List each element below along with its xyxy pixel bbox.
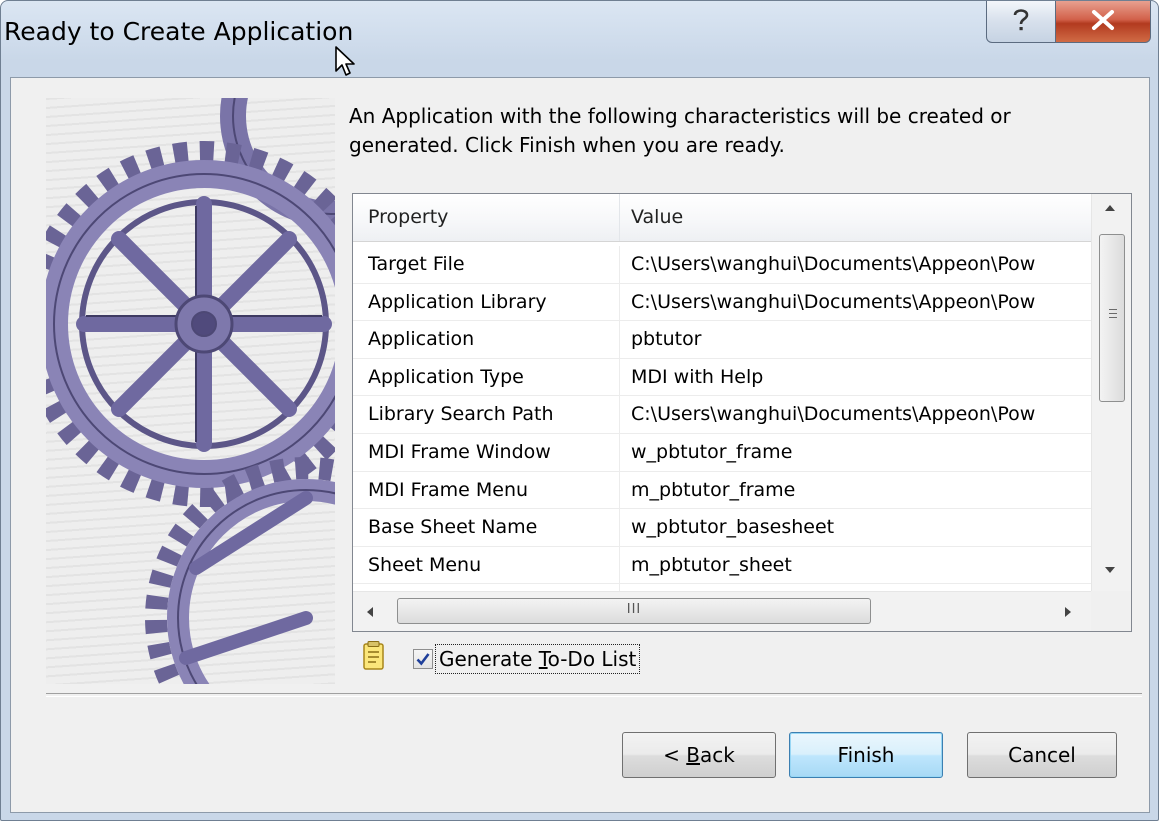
value-cell: MDI with Help [631,365,764,388]
scrollbar-corner [1091,591,1131,631]
value-cell: m_pbtutor_frame [631,478,796,501]
listview-rows: Target File C:\Users\wanghui\Documents\A… [353,246,1091,627]
back-button-prefix: < [663,743,687,767]
description-line-2: generated. Click Finish when you are rea… [349,133,785,157]
horizontal-scroll-thumb[interactable]: III [397,598,871,624]
property-cell: Sheet Menu [368,553,482,576]
back-button-accesskey: B [686,743,700,767]
scroll-up-arrow-icon[interactable] [1105,205,1115,211]
grip-icon: III [626,602,642,617]
value-cell: w_pbtutor_frame [631,440,793,463]
cancel-button[interactable]: Cancel [967,732,1117,778]
table-row[interactable]: Application Type MDI with Help [353,359,1091,397]
property-cell: Base Sheet Name [368,516,538,539]
dialog-window: Ready to Create Application An Applicati… [0,0,1159,821]
table-row[interactable]: Base Sheet Name w_pbtutor_basesheet [353,509,1091,547]
value-cell: m_pbtutor_sheet [631,553,792,576]
title-bar[interactable]: Ready to Create Application [1,1,1159,77]
grip-icon [1109,309,1117,321]
scroll-right-arrow-icon[interactable] [1065,607,1071,617]
table-row[interactable]: Library Search Path C:\Users\wanghui\Doc… [353,396,1091,434]
close-button[interactable] [1055,1,1151,43]
table-row[interactable]: MDI Frame Window w_pbtutor_frame [353,434,1091,472]
value-cell: C:\Users\wanghui\Documents\Appeon\Pow [631,403,1036,426]
help-icon [1010,7,1032,37]
separator-line [46,693,1142,697]
properties-listview[interactable]: Property Value Target File C:\Users\wang… [352,193,1132,632]
table-row[interactable]: Target File C:\Users\wanghui\Documents\A… [353,246,1091,284]
back-button[interactable]: < Back [622,732,776,778]
todo-list-icon [362,641,386,675]
description-line-1: An Application with the following charac… [349,104,1011,128]
finish-button[interactable]: Finish [789,732,943,778]
property-cell: Library Search Path [368,403,554,426]
checkmark-icon [416,653,430,666]
generate-todo-label[interactable]: Generate To-Do List [435,644,641,674]
back-button-rest: ack [700,743,735,767]
table-row[interactable]: MDI Frame Menu m_pbtutor_frame [353,472,1091,510]
property-cell: Application [368,328,475,351]
table-row[interactable]: Application Library C:\Users\wanghui\Doc… [353,284,1091,322]
todo-label-before: Generate [439,647,539,671]
close-icon [1090,9,1116,35]
horizontal-scrollbar[interactable]: III [353,591,1091,631]
value-cell: pbtutor [631,328,702,351]
property-cell: Target File [368,253,465,275]
column-header-property[interactable]: Property [353,194,620,241]
value-cell: w_pbtutor_basesheet [631,516,835,539]
property-cell: Application Type [368,365,524,388]
scroll-left-arrow-icon[interactable] [367,607,373,617]
property-cell: MDI Frame Window [368,440,551,463]
table-row[interactable]: Application pbtutor [353,321,1091,359]
table-row[interactable]: Sheet Menu m_pbtutor_sheet [353,547,1091,585]
column-header-value[interactable]: Value [620,194,1091,241]
property-cell: Application Library [368,290,547,313]
gear-illustration [46,98,335,684]
window-title: Ready to Create Application [4,17,354,46]
listview-header: Property Value [353,194,1091,242]
vertical-scroll-thumb[interactable] [1099,234,1125,402]
help-button[interactable] [986,1,1056,43]
property-cell: MDI Frame Menu [368,478,529,501]
value-cell: C:\Users\wanghui\Documents\Appeon\Pow [631,253,1036,275]
value-cell: C:\Users\wanghui\Documents\Appeon\Pow [631,290,1036,313]
generate-todo-checkbox[interactable] [413,649,433,669]
dialog-content: An Application with the following charac… [10,77,1150,813]
todo-label-accesskey: T [538,647,548,671]
vertical-scrollbar[interactable] [1091,194,1131,591]
description-text: An Application with the following charac… [349,102,1119,160]
scroll-down-arrow-icon[interactable] [1105,567,1115,573]
todo-label-after: o-Do List [547,647,637,671]
